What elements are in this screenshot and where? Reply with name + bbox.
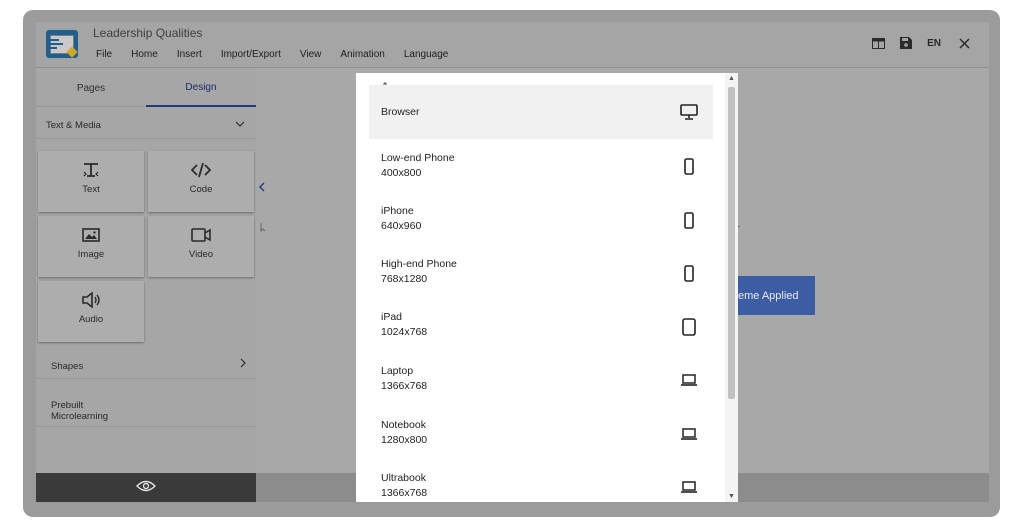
sidebar-tabs: Pages Design — [36, 69, 256, 107]
header-actions: EN — [861, 32, 975, 54]
sidebar: Pages Design Text & Media Text Code Imag… — [36, 69, 256, 473]
laptop-icon — [679, 424, 699, 444]
shapes-label: Shapes — [51, 361, 84, 372]
sidebar-item-shapes[interactable]: Shapes — [36, 351, 256, 379]
device-resolution: 1366x768 — [381, 487, 428, 499]
tile-label: Text — [82, 184, 100, 195]
section-dropdown-label: Text & Media — [46, 120, 101, 131]
cursor-icon — [260, 222, 266, 234]
sidebar-item-prebuilt[interactable]: Prebuilt Microlearning — [36, 395, 256, 427]
dropdown-scrollbar[interactable]: ▲ ▼ — [725, 73, 738, 502]
menu-bar: File Home Insert Import/Export View Anim… — [96, 49, 467, 60]
menu-animation[interactable]: Animation — [340, 49, 384, 60]
device-dropdown-panel: Browser Low-end Phone 400x800 iPhone 640… — [356, 73, 738, 502]
section-dropdown[interactable]: Text & Media — [36, 109, 256, 139]
device-name: iPad — [381, 311, 403, 323]
device-name: High-end Phone — [381, 258, 457, 270]
menu-view[interactable]: View — [300, 49, 322, 60]
save-icon[interactable] — [895, 32, 917, 54]
tile-label: Video — [188, 249, 214, 260]
device-resolution: 1366x768 — [381, 380, 428, 392]
device-option-low-end-phone[interactable]: Low-end Phone 400x800 — [369, 139, 713, 193]
device-option-ultrabook[interactable]: Ultrabook 1366x768 — [369, 460, 713, 502]
device-name: Ultrabook — [381, 472, 426, 484]
chevron-down-icon — [235, 118, 245, 130]
tile-label: Code — [189, 184, 213, 195]
device-resolution: 1280x800 — [381, 434, 428, 446]
scrollbar-thumb[interactable] — [728, 87, 735, 399]
device-resolution: 640x960 — [381, 220, 422, 232]
menu-import-export[interactable]: Import/Export — [221, 49, 281, 60]
tab-pages[interactable]: Pages — [36, 69, 146, 107]
phone-icon — [679, 210, 699, 230]
app-frame: Leadership Qualities File Home Insert Im… — [23, 10, 1000, 517]
device-option-high-end-phone[interactable]: High-end Phone 768x1280 — [369, 246, 713, 300]
preview-bar[interactable] — [36, 473, 256, 502]
app-logo-icon — [46, 30, 78, 58]
device-option-ipad[interactable]: iPad 1024x768 — [369, 300, 713, 354]
laptop-icon — [679, 477, 699, 497]
header: Leadership Qualities File Home Insert Im… — [36, 22, 989, 68]
device-name: Notebook — [381, 419, 426, 431]
device-resolution: 400x800 — [381, 167, 422, 179]
menu-home[interactable]: Home — [131, 49, 158, 60]
tile-label: Image — [77, 249, 105, 260]
phone-icon — [679, 156, 699, 176]
menu-file[interactable]: File — [96, 49, 112, 60]
video-icon — [191, 224, 211, 246]
tile-video[interactable]: Video — [148, 216, 254, 277]
device-option-laptop[interactable]: Laptop 1366x768 — [369, 353, 713, 407]
device-name: Browser — [381, 106, 420, 118]
tile-label: Audio — [78, 314, 104, 325]
device-option-iphone[interactable]: iPhone 640x960 — [369, 193, 713, 247]
scroll-down-icon[interactable]: ▼ — [725, 493, 738, 500]
device-option-browser[interactable]: Browser — [369, 85, 713, 139]
image-icon — [82, 224, 100, 246]
device-name: Low-end Phone — [381, 152, 455, 164]
menu-language[interactable]: Language — [404, 49, 449, 60]
tile-text[interactable]: Text — [38, 151, 144, 212]
device-option-notebook[interactable]: Notebook 1280x800 — [369, 407, 713, 461]
tile-image[interactable]: Image — [38, 216, 144, 277]
prebuilt-label: Prebuilt Microlearning — [51, 400, 109, 422]
collapse-sidebar-icon[interactable] — [259, 182, 265, 195]
chevron-right-icon — [240, 358, 246, 371]
code-icon — [191, 159, 211, 181]
laptop-icon — [679, 370, 699, 390]
tab-design[interactable]: Design — [146, 69, 256, 107]
canvas-theme-button[interactable]: eme Applied — [730, 276, 815, 315]
text-icon — [82, 159, 100, 181]
device-name: Laptop — [381, 365, 414, 377]
menu-insert[interactable]: Insert — [177, 49, 202, 60]
audio-icon — [81, 289, 101, 311]
language-selector[interactable]: EN — [927, 38, 941, 49]
device-resolution: 1024x768 — [381, 326, 428, 338]
app-title: Leadership Qualities — [93, 26, 203, 40]
eye-icon — [136, 479, 156, 497]
device-resolution: 768x1280 — [381, 273, 428, 285]
desktop-icon — [679, 102, 699, 122]
layout-icon[interactable] — [867, 32, 889, 54]
close-icon[interactable] — [953, 32, 975, 54]
scroll-up-icon[interactable]: ▲ — [725, 75, 738, 82]
device-name: iPhone — [381, 205, 414, 217]
phone-icon — [679, 263, 699, 283]
tablet-icon — [679, 317, 699, 337]
tile-code[interactable]: Code — [148, 151, 254, 212]
tile-audio[interactable]: Audio — [38, 281, 144, 342]
